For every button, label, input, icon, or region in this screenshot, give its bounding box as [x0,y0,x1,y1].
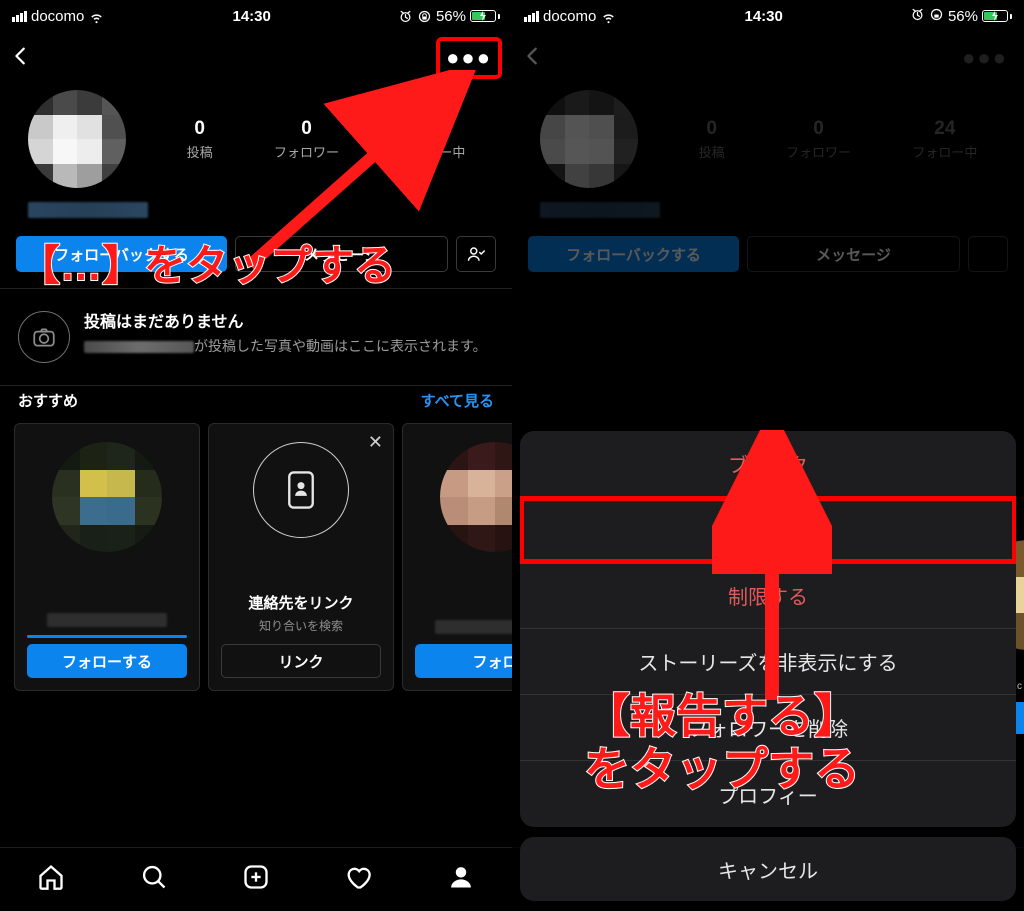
close-icon[interactable]: ✕ [368,432,383,453]
link-contacts-card[interactable]: ✕ 連絡先をリンク 知り合いを検索 リンク [208,423,394,691]
contacts-icon [253,442,349,538]
orientation-lock-icon [929,7,944,26]
suggestion-name-redacted [47,613,167,627]
tab-activity[interactable] [344,863,372,896]
status-bar: docomo 14:30 56% [512,0,1024,32]
back-button[interactable] [522,45,544,72]
clock: 14:30 [744,8,782,25]
sheet-block[interactable]: ブロック [520,431,1016,497]
status-bar: docomo 14:30 56% [0,0,512,32]
empty-posts: 投稿はまだありません が投稿した写真や動画はここに表示されます。 [0,289,512,385]
wifi-icon [600,8,617,25]
follow-button[interactable]: フォローする [27,644,187,678]
profile-header: 0投稿 0フォロワー 24フォロー中 [512,84,1024,198]
camera-icon [18,311,70,363]
suggestions-carousel[interactable]: フォローする ✕ 連絡先をリンク 知り合いを検索 リンク フォロ [0,423,512,691]
follow-back-button: フォローバックする [528,236,739,272]
follow-back-button[interactable]: フォローバックする [16,236,227,272]
suggestion-card[interactable]: フォロ [402,423,512,691]
profile-header: 0 投稿 0 フォロワー 24 フォロー中 [0,84,512,198]
screenshot-right: docomo 14:30 56% ●●● 0投稿 0フォロワー 24フォロー中 [512,0,1024,911]
clock: 14:30 [232,8,270,25]
sheet-restrict[interactable]: 制限する [520,563,1016,629]
action-buttons: フォローバックする メッセージ [0,218,512,288]
follow-button[interactable]: フォロ [415,644,512,678]
suggestions-label: おすすめ [18,390,78,411]
battery-icon [982,10,1012,22]
action-sheet: ブロック 報告する 制限する ストーリーズを非表示にする フォロワーを削除 プロ… [520,431,1016,901]
stat-posts[interactable]: 0 投稿 [187,118,213,161]
empty-subtitle: が投稿した写真や動画はここに表示されます。 [84,336,487,358]
username-redacted [540,202,660,218]
link-button[interactable]: リンク [221,644,381,678]
suggestion-card[interactable]: フォローする [14,423,200,691]
tab-create[interactable] [242,863,270,896]
avatar[interactable] [28,90,126,188]
tab-profile[interactable] [447,863,475,896]
contacts-subtitle: 知り合いを検索 [259,617,343,634]
battery-percent: 56% [948,8,978,25]
message-button[interactable]: メッセージ [235,236,448,272]
battery-percent: 56% [436,8,466,25]
battery-icon [470,10,500,22]
message-button: メッセージ [747,236,960,272]
screenshot-left: docomo 14:30 56% ●●● 0 投稿 [0,0,512,911]
alarm-icon [910,7,925,26]
sheet-remove-follower[interactable]: フォロワーを削除 [520,695,1016,761]
contacts-title: 連絡先をリンク [248,592,353,613]
more-options-button[interactable]: ●●● [956,41,1014,75]
sheet-report[interactable]: 報告する [520,497,1016,563]
empty-title: 投稿はまだありません [84,311,487,336]
tab-bar [0,847,512,911]
stat-followers[interactable]: 0 フォロワー [274,118,339,161]
sheet-cancel[interactable]: キャンセル [520,837,1016,901]
carrier-label: docomo [31,8,84,25]
alarm-icon [398,9,413,24]
see-all-link[interactable]: すべて見る [421,390,494,411]
username-redacted [28,202,148,218]
tab-search[interactable] [140,863,168,896]
carrier-label: docomo [543,8,596,25]
nav-bar: ●●● [0,32,512,84]
sheet-profile-url[interactable]: プロフィー [520,761,1016,827]
sheet-hide-story[interactable]: ストーリーズを非表示にする [520,629,1016,695]
stat-following[interactable]: 24 フォロー中 [400,118,465,161]
more-options-button[interactable]: ●●● [436,37,502,79]
suggested-toggle-button [968,236,1008,272]
nav-bar: ●●● [512,32,1024,84]
signal-icon [12,11,27,22]
wifi-icon [88,8,105,25]
avatar [540,90,638,188]
suggested-toggle-button[interactable] [456,236,496,272]
orientation-lock-icon [417,9,432,24]
suggestion-name-redacted [435,620,512,634]
back-button[interactable] [10,45,32,72]
tab-home[interactable] [37,863,65,896]
signal-icon [524,11,539,22]
